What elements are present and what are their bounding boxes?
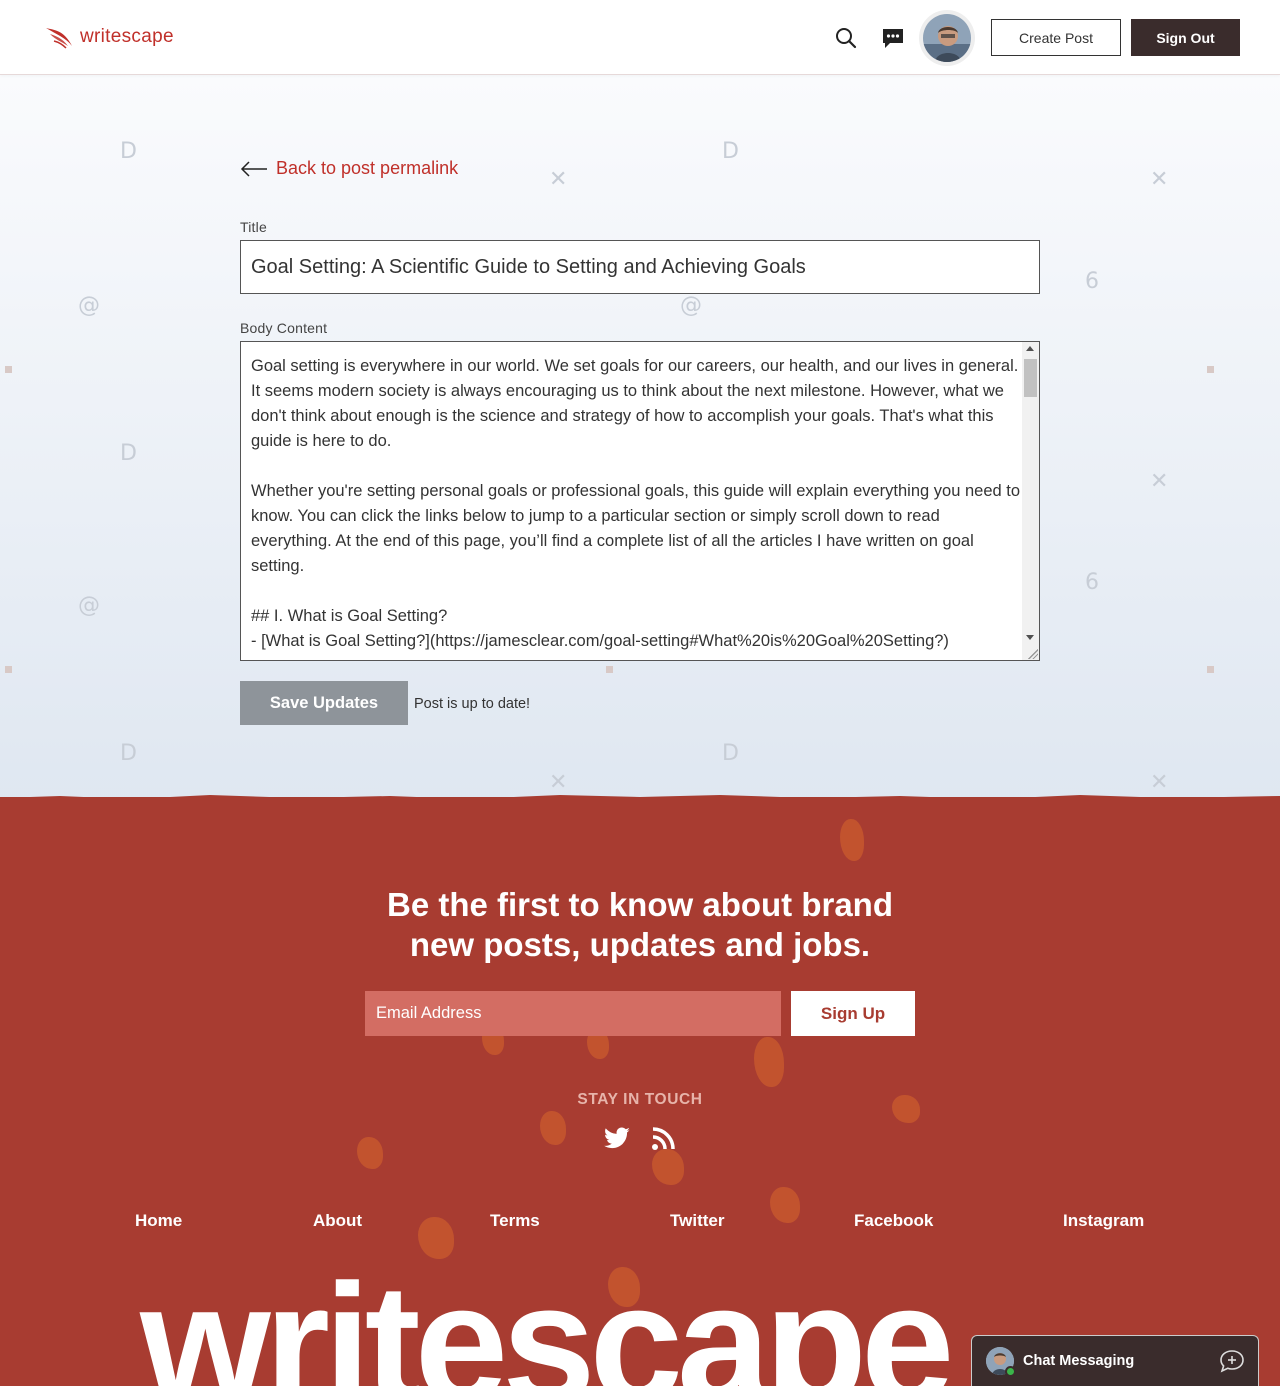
decor-pattern: @ xyxy=(78,293,100,318)
sign-out-button[interactable]: Sign Out xyxy=(1131,19,1240,56)
headline-line-1: Be the first to know about brand xyxy=(386,886,893,923)
chat-bubble-icon[interactable] xyxy=(881,26,905,50)
rss-icon[interactable] xyxy=(651,1127,679,1155)
decor-blob xyxy=(840,819,864,861)
title-input[interactable] xyxy=(240,240,1040,294)
avatar[interactable] xyxy=(923,14,971,62)
decor-pattern: D xyxy=(120,139,137,164)
title-label: Title xyxy=(240,219,267,235)
back-link-label: Back to post permalink xyxy=(276,158,459,178)
body-content-textarea[interactable]: Goal setting is everywhere in our world.… xyxy=(240,341,1040,661)
decor-pattern: D xyxy=(120,441,137,466)
decor-pattern: D xyxy=(722,139,739,164)
decor-blob xyxy=(754,1037,784,1087)
save-updates-button[interactable]: Save Updates xyxy=(240,681,408,725)
sign-up-button[interactable]: Sign Up xyxy=(791,991,915,1036)
footer-nav-home[interactable]: Home xyxy=(135,1211,182,1231)
decor-pattern: 6 xyxy=(1085,570,1099,595)
decor-pattern xyxy=(5,666,12,673)
decor-pattern xyxy=(5,366,12,373)
footer-big-logo: writescape xyxy=(140,1249,954,1386)
new-chat-icon[interactable] xyxy=(1219,1349,1245,1373)
decor-pattern: ✕ xyxy=(1150,167,1169,192)
newsletter-headline: Be the first to know about brand new pos… xyxy=(0,885,1280,965)
decor-pattern xyxy=(1207,666,1214,673)
textarea-scrollbar[interactable] xyxy=(1022,342,1039,660)
chat-messaging-label: Chat Messaging xyxy=(1023,1353,1135,1369)
scroll-up-arrow-icon[interactable] xyxy=(1026,346,1034,351)
decor-pattern: ✕ xyxy=(1150,469,1169,494)
decor-pattern xyxy=(606,666,613,673)
online-status-dot xyxy=(1005,1366,1016,1377)
headline-line-2: new posts, updates and jobs. xyxy=(409,926,871,963)
editor-section: D D ✕ ✕ @ @ 6 D ✕ 6 @ D D ✕ ✕ Back to po… xyxy=(0,75,1280,805)
site-header: writescape Create Post Sign Out xyxy=(0,0,1280,75)
decor-pattern: D xyxy=(120,741,137,766)
twitter-icon[interactable] xyxy=(603,1127,631,1155)
decor-pattern: @ xyxy=(680,293,702,318)
footer-nav-terms[interactable]: Terms xyxy=(490,1211,540,1231)
decor-pattern: @ xyxy=(78,593,100,618)
body-content-label: Body Content xyxy=(240,320,328,336)
back-to-permalink-link[interactable]: Back to post permalink xyxy=(240,158,458,179)
email-field[interactable] xyxy=(365,991,781,1036)
logo[interactable]: writescape xyxy=(44,24,174,50)
decor-blob xyxy=(357,1137,383,1169)
decor-blob xyxy=(770,1187,800,1223)
arrow-left-icon xyxy=(240,160,267,177)
footer-nav-facebook[interactable]: Facebook xyxy=(854,1211,933,1231)
scroll-down-arrow-icon[interactable] xyxy=(1026,635,1034,640)
save-status-text: Post is up to date! xyxy=(414,696,531,712)
decor-pattern: 6 xyxy=(1085,269,1099,294)
site-footer: Be the first to know about brand new pos… xyxy=(0,797,1280,1386)
footer-nav-instagram[interactable]: Instagram xyxy=(1063,1211,1144,1231)
resize-handle-icon[interactable] xyxy=(1028,649,1038,659)
logo-text: writescape xyxy=(80,26,174,47)
chat-messaging-widget[interactable]: Chat Messaging xyxy=(971,1335,1259,1386)
decor-pattern: D xyxy=(722,741,739,766)
footer-nav-twitter[interactable]: Twitter xyxy=(670,1211,724,1231)
footer-nav-about[interactable]: About xyxy=(313,1211,362,1231)
decor-blob xyxy=(540,1111,566,1145)
torn-edge xyxy=(0,795,1280,804)
quill-logo-icon xyxy=(46,28,72,49)
decor-pattern: ✕ xyxy=(549,167,568,192)
scroll-thumb[interactable] xyxy=(1024,359,1037,397)
create-post-button[interactable]: Create Post xyxy=(991,19,1121,56)
body-content-text: Goal setting is everywhere in our world.… xyxy=(251,357,1021,650)
decor-pattern xyxy=(1207,366,1214,373)
stay-in-touch-heading: STAY IN TOUCH xyxy=(577,1091,703,1108)
search-icon[interactable] xyxy=(834,26,858,50)
